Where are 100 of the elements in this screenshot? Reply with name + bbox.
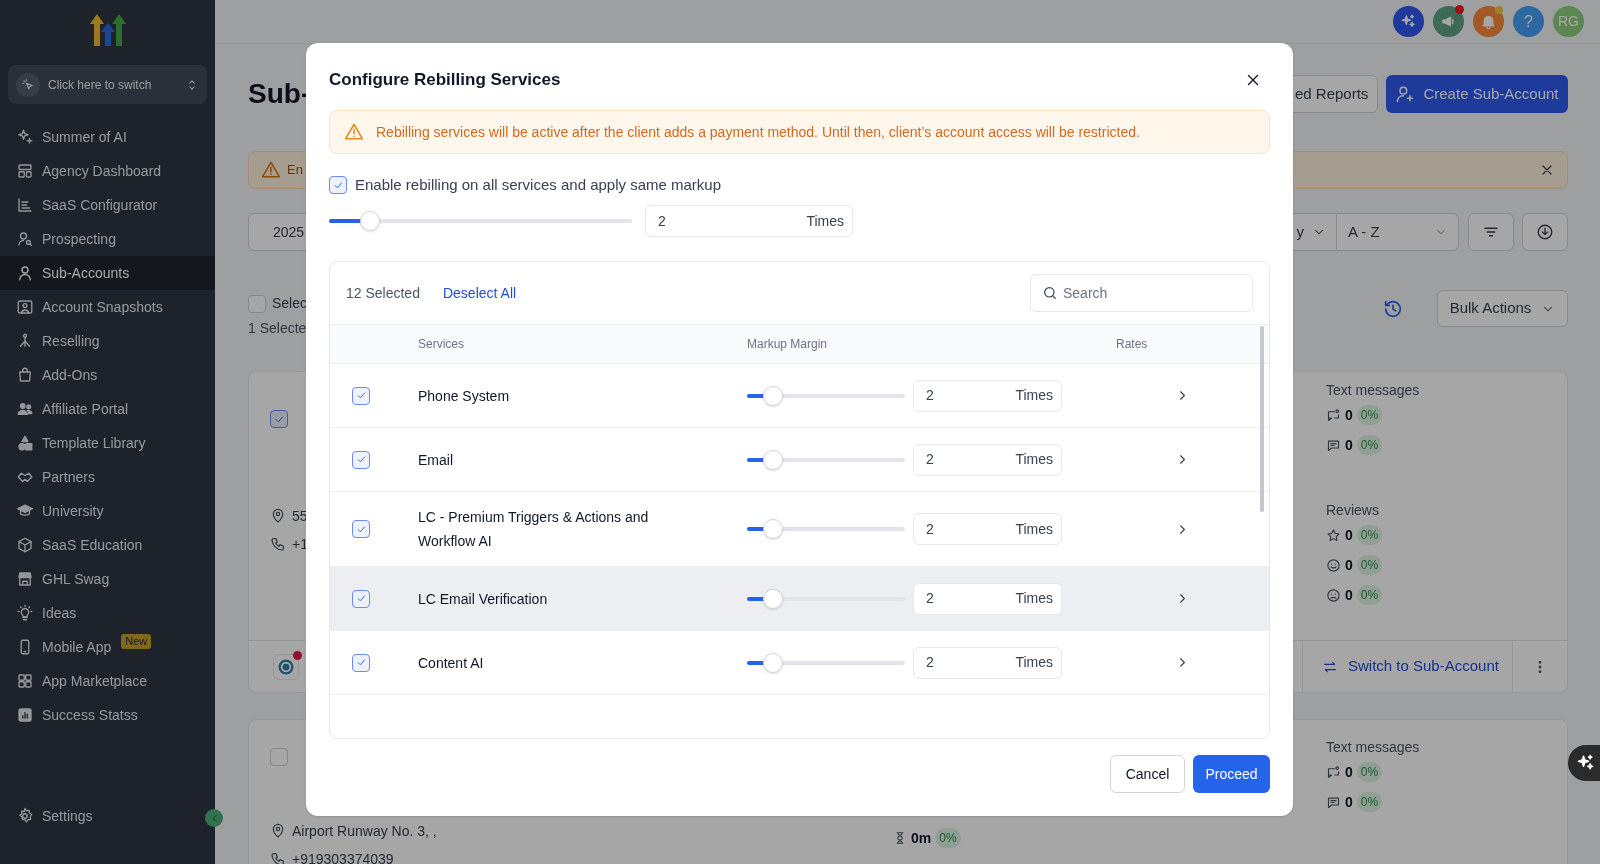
sidebar-label: Prospecting [42, 229, 116, 249]
plugin-icon[interactable] [273, 653, 299, 680]
sidebar-label: GHL Swag [42, 569, 110, 589]
sidebar-item[interactable]: Affiliate Portal [0, 392, 215, 426]
sidebar-item[interactable]: University [0, 494, 215, 528]
checkbox[interactable] [270, 410, 288, 428]
sidebar-item[interactable]: Template Library [0, 426, 215, 460]
message-icon [1326, 794, 1341, 810]
service-name: Content AI [418, 654, 484, 671]
cancel-button[interactable]: Cancel [1110, 755, 1185, 793]
switch-account-link[interactable]: Switch to Sub-Account [1322, 655, 1499, 678]
checkbox[interactable] [248, 294, 266, 313]
happy-face-icon [1326, 557, 1341, 573]
users-icon [16, 400, 34, 418]
sidebar-item[interactable]: Ideas [0, 596, 215, 630]
slider-thumb[interactable] [762, 385, 783, 406]
markup-field[interactable]: 2 Times [913, 646, 1062, 679]
markup-slider[interactable] [329, 210, 632, 232]
markup-field[interactable]: 2 Times [645, 205, 853, 237]
sparkle-icon [1400, 13, 1417, 30]
location-pin-icon [270, 823, 286, 839]
select-all-label: Selec [272, 294, 308, 313]
sidebar-label: Summer of AI [42, 127, 127, 147]
search-field[interactable]: Search [1030, 274, 1253, 312]
markup-slider[interactable] [747, 518, 905, 540]
markup-field[interactable]: 2 Times [913, 443, 1062, 476]
slider-thumb[interactable] [762, 449, 783, 470]
portrait-frame-icon [16, 298, 34, 316]
sidebar-item[interactable]: Agency Dashboard [0, 154, 215, 188]
sidebar-label: Add-Ons [42, 365, 98, 385]
sidebar-label: Account Snapshots [42, 297, 163, 317]
account-switcher[interactable]: Click here to switch [8, 65, 207, 104]
checkbox[interactable] [352, 450, 370, 469]
checkbox[interactable] [352, 386, 370, 405]
sidebar-label: Success Statss [42, 705, 138, 725]
checkbox[interactable] [352, 653, 370, 672]
markup-slider[interactable] [747, 651, 905, 674]
stat-title: Text messages [1326, 738, 1421, 757]
announcements-button[interactable] [1433, 6, 1464, 37]
sidebar-label: Sub-Accounts [42, 263, 130, 283]
sidebar-label: Agency Dashboard [42, 161, 162, 181]
sidebar-item[interactable]: Add-Ons [0, 358, 215, 392]
sidebar-item[interactable]: SaaS Configurator [0, 188, 215, 222]
percent-badge: 0% [935, 828, 961, 848]
markup-slider[interactable] [747, 448, 905, 471]
phone-text: +1 [292, 534, 308, 554]
ai-sparkle-button[interactable] [1393, 6, 1424, 37]
sidebar-item[interactable]: Reselling [0, 324, 215, 358]
sidebar-item[interactable]: Account Snapshots [0, 290, 215, 324]
download-button[interactable] [1522, 213, 1568, 251]
slider-thumb[interactable] [360, 211, 381, 231]
address-text: Airport Runway No. 3, , [292, 821, 437, 841]
sidebar-item[interactable]: SaaS Education [0, 528, 215, 562]
unit-label: Times [1015, 386, 1053, 405]
proceed-button[interactable]: Proceed [1193, 755, 1270, 793]
stat-value: 0 [1345, 435, 1353, 455]
create-sub-account-button[interactable]: Create Sub-Account [1386, 75, 1568, 113]
percent-badge: 0% [1356, 762, 1383, 782]
stat-title: Reviews [1326, 501, 1380, 520]
sidebar-label: Template Library [42, 433, 146, 453]
sidebar-label: Affiliate Portal [42, 399, 129, 419]
settings-item[interactable]: Settings [0, 799, 109, 833]
sort-dropdown[interactable]: A - Z [1337, 214, 1458, 250]
service-name: Email [418, 451, 453, 468]
checkbox[interactable] [352, 589, 370, 608]
markup-field[interactable]: 2 Times [913, 379, 1062, 412]
sidebar-item[interactable]: App Marketplace [0, 664, 215, 698]
service-row[interactable]: LC Email Verification 2 Times [330, 567, 1269, 631]
markup-slider[interactable] [747, 384, 905, 407]
markup-field[interactable]: 2 Times [913, 513, 1062, 545]
notifications-button[interactable] [1473, 6, 1504, 37]
checkbox[interactable] [352, 520, 370, 538]
arrows-logo-icon [87, 12, 128, 48]
percent-badge: 0% [1356, 792, 1383, 812]
slider-thumb[interactable] [762, 519, 783, 539]
markup-slider[interactable] [747, 587, 905, 610]
filter-button[interactable] [1468, 213, 1514, 251]
sidebar-item[interactable]: Success Statss [0, 698, 215, 732]
markup-field[interactable]: 2 Times [913, 582, 1062, 615]
sidebar-item[interactable]: Partners [0, 460, 215, 494]
sidebar-label: SaaS Configurator [42, 195, 158, 215]
scrollbar[interactable] [1260, 326, 1264, 512]
selected-count: 12 Selected [346, 283, 420, 303]
sidebar-item[interactable]: Prospecting [0, 222, 215, 256]
pointer-click-icon [21, 77, 35, 92]
checkbox[interactable] [329, 176, 347, 194]
slider-thumb[interactable] [762, 588, 783, 609]
bell-icon [1480, 13, 1497, 30]
sidebar-item[interactable]: Summer of AI [0, 120, 215, 154]
checkbox[interactable] [270, 748, 288, 766]
message-icon [1326, 437, 1341, 453]
sidebar-item[interactable]: GHL Swag [0, 562, 215, 596]
slider-thumb[interactable] [762, 652, 783, 673]
selected-count: 1 Selecte [248, 319, 308, 338]
deselect-all-link[interactable]: Deselect All [442, 282, 517, 304]
sidebar-item[interactable]: Mobile App New [0, 630, 215, 664]
dialog-title: Configure Rebilling Services [329, 69, 561, 92]
location-pin-icon [270, 508, 286, 524]
sidebar-item[interactable]: Sub-Accounts [0, 256, 215, 290]
bulk-actions-button[interactable]: Bulk Actions [1437, 290, 1568, 327]
